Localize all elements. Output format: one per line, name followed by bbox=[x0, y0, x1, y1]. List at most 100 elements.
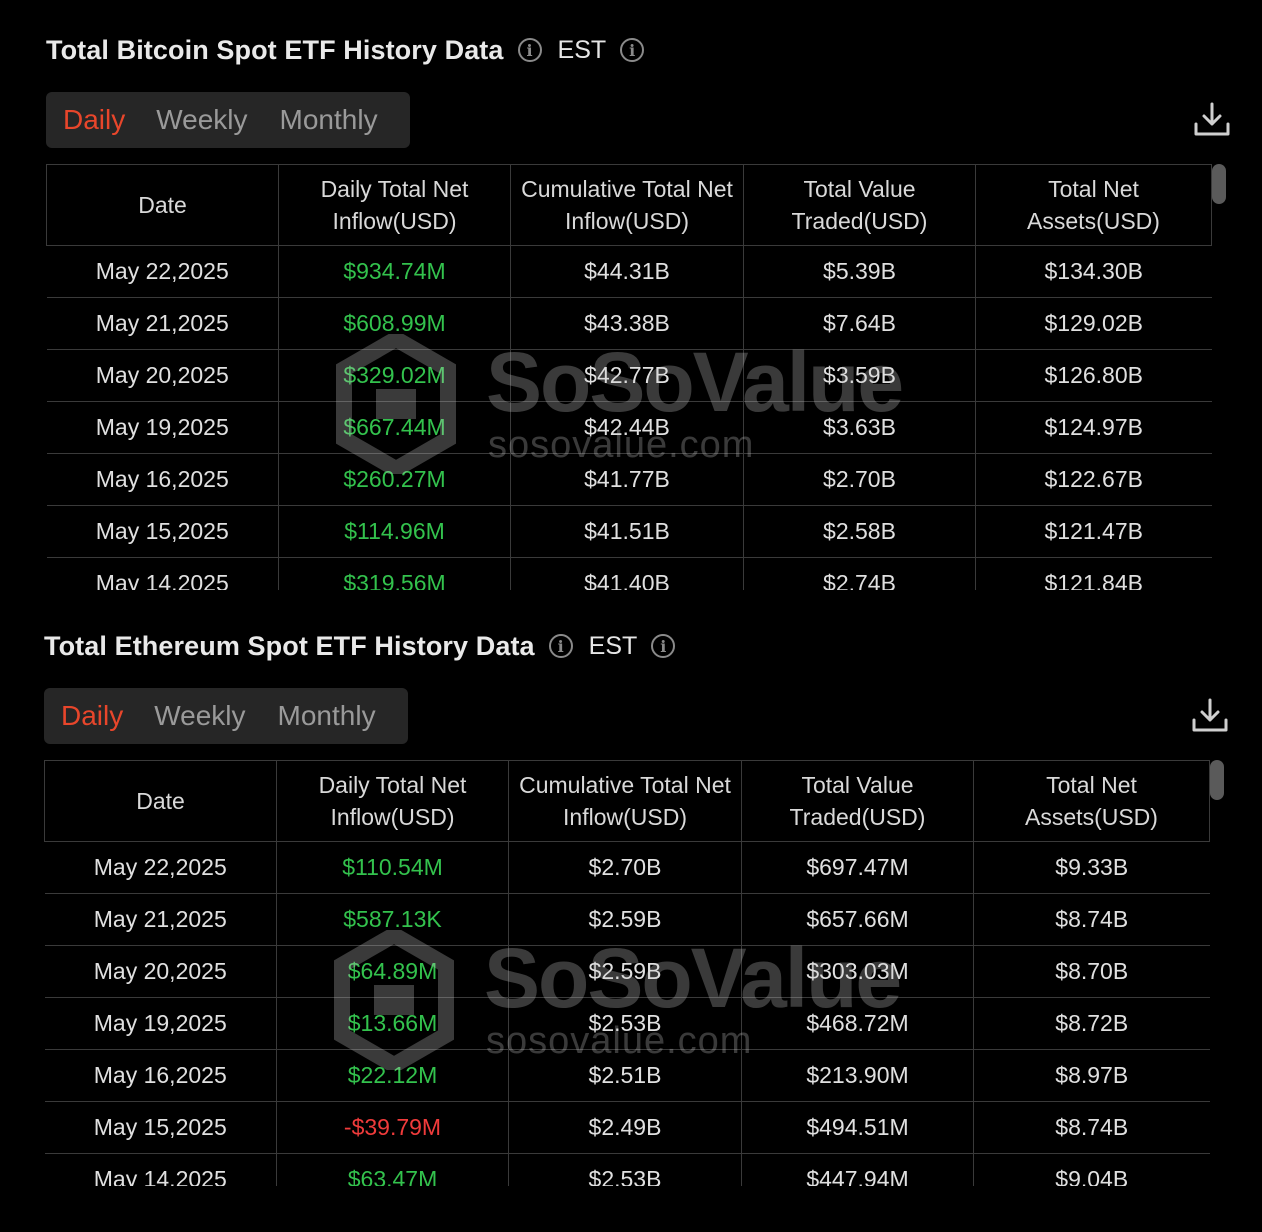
cell-date: May 19,2025 bbox=[46, 401, 279, 454]
tab-weekly[interactable]: Weekly bbox=[156, 104, 247, 136]
column-header-daily-net-inflow[interactable]: Daily Total Net Inflow(USD) bbox=[278, 164, 511, 246]
eth-title-row: Total Ethereum Spot ETF History Data i E… bbox=[44, 624, 1244, 668]
tab-daily[interactable]: Daily bbox=[63, 104, 125, 136]
cell-cumulative-net-inflow: $42.44B bbox=[510, 401, 744, 454]
cell-total-net-assets: $9.04B bbox=[973, 1153, 1210, 1186]
cell-total-net-assets: $129.02B bbox=[975, 297, 1212, 350]
cell-daily-net-inflow: $319.56M bbox=[278, 557, 511, 590]
eth-table-scrollbar[interactable] bbox=[1210, 760, 1224, 800]
cell-date: May 22,2025 bbox=[46, 245, 279, 298]
cell-total-value-traded: $2.58B bbox=[743, 505, 976, 558]
cell-date: May 16,2025 bbox=[44, 1049, 277, 1102]
column-header-daily-net-inflow[interactable]: Daily Total Net Inflow(USD) bbox=[276, 760, 509, 842]
cell-total-net-assets: $121.84B bbox=[975, 557, 1212, 590]
cell-date: May 20,2025 bbox=[44, 945, 277, 998]
column-header-total-net-assets[interactable]: Total Net Assets(USD) bbox=[975, 164, 1212, 246]
timezone-info-icon[interactable]: i bbox=[651, 634, 676, 658]
cell-date: May 14,2025 bbox=[46, 557, 279, 590]
table-row: May 21,2025 $587.13K $2.59B $657.66M $8.74B bbox=[44, 893, 1210, 946]
column-header-cumulative-net-inflow[interactable]: Cumulative Total Net Inflow(USD) bbox=[510, 164, 744, 246]
download-icon[interactable] bbox=[1190, 696, 1230, 736]
cell-date: May 15,2025 bbox=[44, 1101, 277, 1154]
table-row: May 19,2025 $13.66M $2.53B $468.72M $8.72B bbox=[44, 997, 1210, 1050]
cell-daily-net-inflow: $22.12M bbox=[276, 1049, 509, 1102]
cell-total-net-assets: $126.80B bbox=[975, 349, 1212, 402]
cell-total-net-assets: $121.47B bbox=[975, 505, 1212, 558]
cell-cumulative-net-inflow: $43.38B bbox=[510, 297, 744, 350]
eth-panel-title: Total Ethereum Spot ETF History Data bbox=[44, 630, 535, 661]
tab-monthly[interactable]: Monthly bbox=[280, 104, 378, 136]
cell-cumulative-net-inflow: $41.51B bbox=[510, 505, 744, 558]
cell-total-value-traded: $657.66M bbox=[741, 893, 974, 946]
tab-weekly[interactable]: Weekly bbox=[154, 700, 245, 732]
btc-etf-panel: Total Bitcoin Spot ETF History Data i ES… bbox=[46, 28, 1246, 590]
btc-table-body: May 22,2025 $934.74M $44.31B $5.39B $134.30B… bbox=[46, 245, 1212, 590]
table-row: May 15,2025 -$39.79M $2.49B $494.51M $8.74B bbox=[44, 1101, 1210, 1154]
table-header-row: Date Daily Total Net Inflow(USD) Cumulat… bbox=[44, 760, 1210, 842]
cell-daily-net-inflow: $934.74M bbox=[278, 245, 511, 298]
table-row: May 20,2025 $329.02M $42.77B $3.59B $126.80B bbox=[46, 349, 1212, 402]
cell-date: May 14,2025 bbox=[44, 1153, 277, 1186]
cell-total-net-assets: $8.97B bbox=[973, 1049, 1210, 1102]
cell-date: May 15,2025 bbox=[46, 505, 279, 558]
eth-controls: Daily Weekly Monthly bbox=[44, 688, 1244, 746]
cell-cumulative-net-inflow: $2.49B bbox=[508, 1101, 742, 1154]
cell-total-net-assets: $124.97B bbox=[975, 401, 1212, 454]
tab-daily[interactable]: Daily bbox=[61, 700, 123, 732]
table-row: May 16,2025 $260.27M $41.77B $2.70B $122.67B bbox=[46, 453, 1212, 506]
cell-date: May 20,2025 bbox=[46, 349, 279, 402]
cell-total-value-traded: $447.94M bbox=[741, 1153, 974, 1186]
cell-total-value-traded: $303.03M bbox=[741, 945, 974, 998]
cell-cumulative-net-inflow: $42.77B bbox=[510, 349, 744, 402]
btc-timezone-label: EST bbox=[557, 35, 607, 64]
cell-total-value-traded: $3.63B bbox=[743, 401, 976, 454]
btc-panel-title: Total Bitcoin Spot ETF History Data bbox=[46, 34, 504, 65]
cell-cumulative-net-inflow: $41.40B bbox=[510, 557, 744, 590]
cell-daily-net-inflow: $64.89M bbox=[276, 945, 509, 998]
timezone-info-icon[interactable]: i bbox=[620, 38, 645, 62]
cell-cumulative-net-inflow: $2.53B bbox=[508, 997, 742, 1050]
cell-cumulative-net-inflow: $2.70B bbox=[508, 841, 742, 894]
cell-total-net-assets: $8.70B bbox=[973, 945, 1210, 998]
btc-history-table: Date Daily Total Net Inflow(USD) Cumulat… bbox=[46, 164, 1212, 590]
table-row: May 15,2025 $114.96M $41.51B $2.58B $121.47B bbox=[46, 505, 1212, 558]
column-header-total-net-assets[interactable]: Total Net Assets(USD) bbox=[973, 760, 1210, 842]
cell-daily-net-inflow: $260.27M bbox=[278, 453, 511, 506]
cell-daily-net-inflow: $13.66M bbox=[276, 997, 509, 1050]
table-row: May 14,2025 $63.47M $2.53B $447.94M $9.04B bbox=[44, 1153, 1210, 1186]
column-header-date[interactable]: Date bbox=[46, 164, 279, 246]
column-header-cumulative-net-inflow[interactable]: Cumulative Total Net Inflow(USD) bbox=[508, 760, 742, 842]
eth-timezone-label: EST bbox=[588, 631, 638, 660]
cell-daily-net-inflow: $110.54M bbox=[276, 841, 509, 894]
cell-date: May 21,2025 bbox=[46, 297, 279, 350]
cell-total-value-traded: $7.64B bbox=[743, 297, 976, 350]
cell-date: May 19,2025 bbox=[44, 997, 277, 1050]
table-row: May 22,2025 $934.74M $44.31B $5.39B $134.30B bbox=[46, 245, 1212, 298]
cell-cumulative-net-inflow: $2.51B bbox=[508, 1049, 742, 1102]
cell-total-value-traded: $5.39B bbox=[743, 245, 976, 298]
cell-total-net-assets: $8.74B bbox=[973, 893, 1210, 946]
info-icon[interactable]: i bbox=[517, 38, 542, 62]
column-header-total-value-traded[interactable]: Total Value Traded(USD) bbox=[743, 164, 976, 246]
cell-cumulative-net-inflow: $2.53B bbox=[508, 1153, 742, 1186]
eth-table-container: Date Daily Total Net Inflow(USD) Cumulat… bbox=[44, 760, 1224, 1186]
cell-daily-net-inflow: $608.99M bbox=[278, 297, 511, 350]
download-icon[interactable] bbox=[1192, 100, 1232, 140]
info-icon[interactable]: i bbox=[548, 634, 573, 658]
column-header-total-value-traded[interactable]: Total Value Traded(USD) bbox=[741, 760, 974, 842]
table-header-row: Date Daily Total Net Inflow(USD) Cumulat… bbox=[46, 164, 1212, 246]
cell-total-value-traded: $3.59B bbox=[743, 349, 976, 402]
cell-cumulative-net-inflow: $2.59B bbox=[508, 893, 742, 946]
cell-total-net-assets: $9.33B bbox=[973, 841, 1210, 894]
cell-date: May 22,2025 bbox=[44, 841, 277, 894]
eth-table-body: May 22,2025 $110.54M $2.70B $697.47M $9.33B M… bbox=[44, 841, 1210, 1186]
column-header-date[interactable]: Date bbox=[44, 760, 277, 842]
cell-daily-net-inflow: $587.13K bbox=[276, 893, 509, 946]
cell-date: May 16,2025 bbox=[46, 453, 279, 506]
tab-monthly[interactable]: Monthly bbox=[278, 700, 376, 732]
cell-total-value-traded: $468.72M bbox=[741, 997, 974, 1050]
btc-table-scrollbar[interactable] bbox=[1212, 164, 1226, 204]
table-row: May 19,2025 $667.44M $42.44B $3.63B $124.97B bbox=[46, 401, 1212, 454]
cell-cumulative-net-inflow: $41.77B bbox=[510, 453, 744, 506]
table-row: May 21,2025 $608.99M $43.38B $7.64B $129.02B bbox=[46, 297, 1212, 350]
